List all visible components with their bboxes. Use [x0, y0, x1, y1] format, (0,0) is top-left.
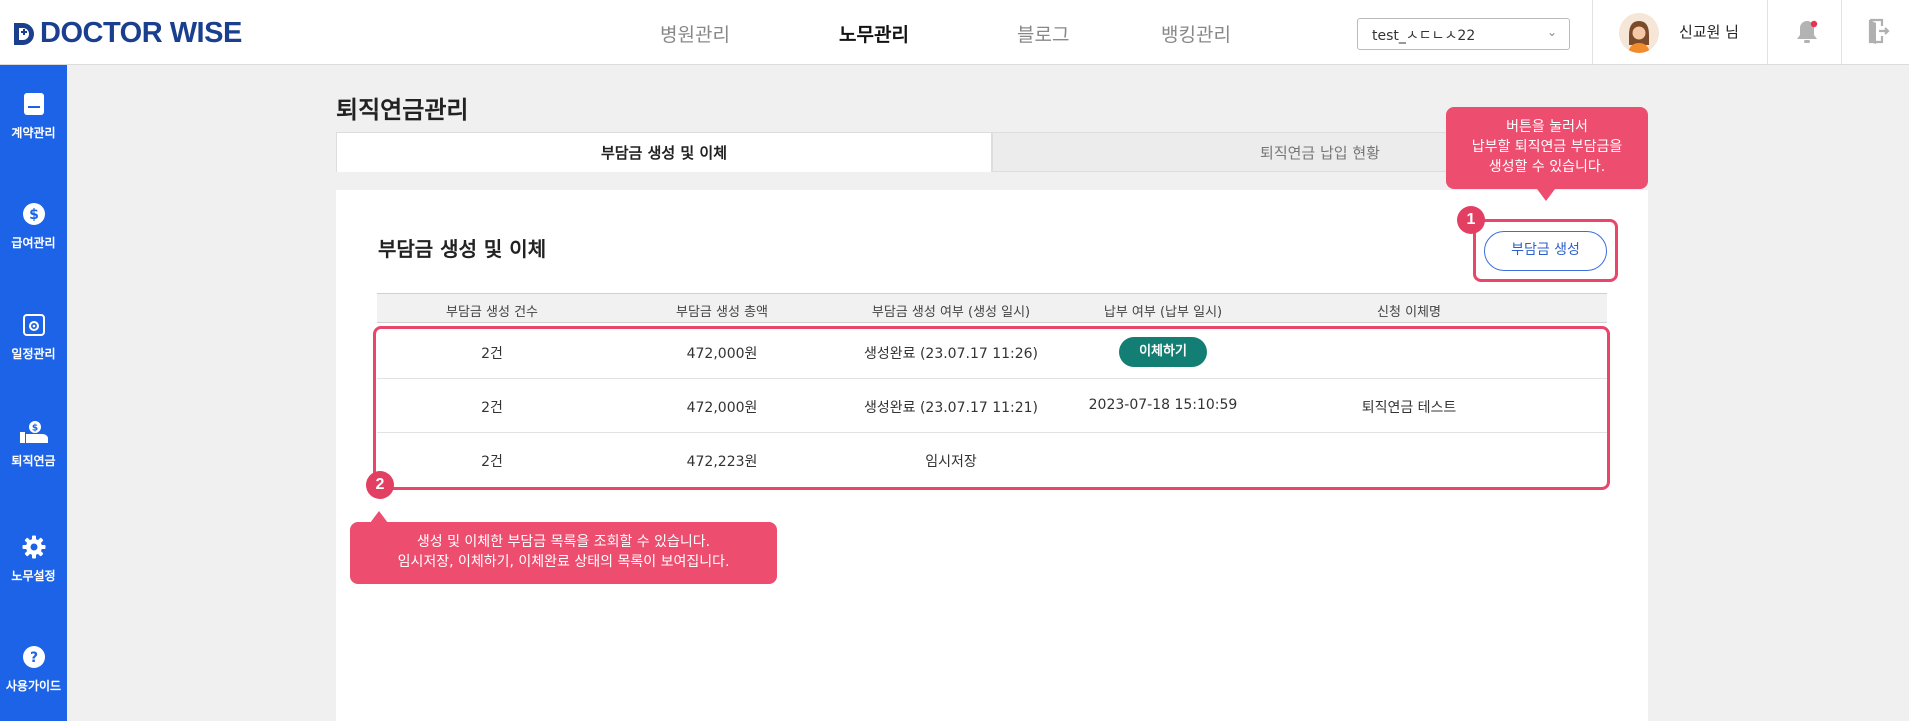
guide-callout-step2: 생성 및 이체한 부담금 목록을 조회할 수 있습니다. 임시저장, 이체하기,… [350, 522, 777, 584]
sidebar-item-label: 사용가이드 [5, 679, 62, 693]
guide-badge-step1: 1 [1457, 206, 1485, 234]
logo[interactable]: DOCTOR WISE [12, 17, 242, 50]
svg-text:$: $ [31, 424, 37, 434]
sidebar-item-schedule[interactable]: 일정관리 [0, 313, 67, 362]
nav-labor-management[interactable]: 노무관리 [839, 20, 909, 47]
help-icon: ? [22, 646, 45, 668]
sidebar-item-pension[interactable]: $ 퇴직연금 [0, 420, 67, 469]
sidebar-item-label: 노무설정 [11, 569, 56, 583]
guide-text-line: 납부할 퇴직연금 부담금을 [1471, 139, 1623, 155]
gear-icon [22, 535, 45, 559]
sidebar-item-contract[interactable]: 계약관리 [0, 92, 67, 141]
column-header: 부담금 생성 여부 (생성 일시) [871, 305, 1031, 320]
guide-text-line: 임시저장, 이체하기, 이체완료 상태의 목록이 보여집니다. [397, 554, 730, 570]
chevron-down-icon: ⌄ [1546, 25, 1557, 39]
svg-text:$: $ [29, 207, 39, 223]
sidebar: 계약관리 $ 급여관리 일정관리 $ 퇴직연금 노무설정 ? 사용가이드 [0, 65, 67, 721]
column-header: 납부 여부 (납부 일시) [1103, 305, 1223, 320]
logout-icon[interactable] [1867, 17, 1891, 45]
top-header: DOCTOR WISE 병원관리 노무관리 블로그 뱅킹관리 test_ㅅㄷㄴㅅ… [0, 0, 1909, 65]
hospital-select[interactable]: test_ㅅㄷㄴㅅ22 ⌄ [1357, 18, 1570, 50]
money-hand-icon: $ [19, 421, 48, 443]
column-header: 신청 이체명 [1377, 305, 1441, 320]
guide-callout-pointer [1537, 189, 1555, 201]
svg-text:?: ? [29, 650, 37, 666]
dollar-icon: $ [22, 203, 45, 225]
logo-text: DOCTOR WISE [40, 17, 242, 49]
sidebar-item-payroll[interactable]: $ 급여관리 [0, 202, 67, 251]
user-avatar-icon [1619, 13, 1659, 53]
sidebar-item-label: 퇴직연금 [11, 454, 56, 468]
section-title: 부담금 생성 및 이체 [378, 237, 547, 261]
header-divider [1841, 0, 1842, 65]
avatar[interactable] [1619, 13, 1659, 53]
table-header: 부담금 생성 건수 부담금 생성 총액 부담금 생성 여부 (생성 일시) 납부… [377, 293, 1607, 323]
header-divider [1592, 0, 1593, 65]
guide-highlight-step2 [373, 326, 1610, 490]
header-divider [1767, 0, 1768, 65]
nav-banking-management[interactable]: 뱅킹관리 [1161, 20, 1231, 47]
sidebar-item-labor-settings[interactable]: 노무설정 [0, 535, 67, 584]
sidebar-item-user-guide[interactable]: ? 사용가이드 [0, 645, 67, 694]
bell-icon[interactable] [1794, 18, 1820, 46]
guide-text-line: 버튼을 눌러서 [1506, 119, 1588, 135]
guide-highlight-step1 [1473, 219, 1618, 282]
sidebar-item-label: 계약관리 [11, 126, 56, 140]
user-name[interactable]: 신교원 님 [1679, 21, 1739, 42]
sidebar-item-label: 일정관리 [11, 347, 56, 361]
calendar-icon [22, 314, 45, 336]
tab-contribution-create-transfer[interactable]: 부담금 생성 및 이체 [336, 132, 992, 172]
nav-hospital-management[interactable]: 병원관리 [660, 20, 730, 47]
column-header: 부담금 생성 건수 [446, 305, 538, 320]
page-title: 퇴직연금관리 [336, 96, 469, 124]
guide-text-line: 생성 및 이체한 부담금 목록을 조회할 수 있습니다. [416, 534, 711, 550]
doctor-wise-logo-icon [14, 22, 34, 45]
guide-callout-step1: 버튼을 눌러서 납부할 퇴직연금 부담금을 생성할 수 있습니다. [1446, 107, 1648, 189]
guide-text-line: 생성할 수 있습니다. [1488, 159, 1606, 175]
nav-blog[interactable]: 블로그 [1017, 20, 1069, 47]
document-icon [23, 93, 44, 115]
guide-badge-step2: 2 [366, 471, 394, 499]
hospital-select-value: test_ㅅㄷㄴㅅ22 [1372, 28, 1476, 44]
column-header: 부담금 생성 총액 [676, 305, 768, 320]
sidebar-item-label: 급여관리 [11, 236, 56, 250]
